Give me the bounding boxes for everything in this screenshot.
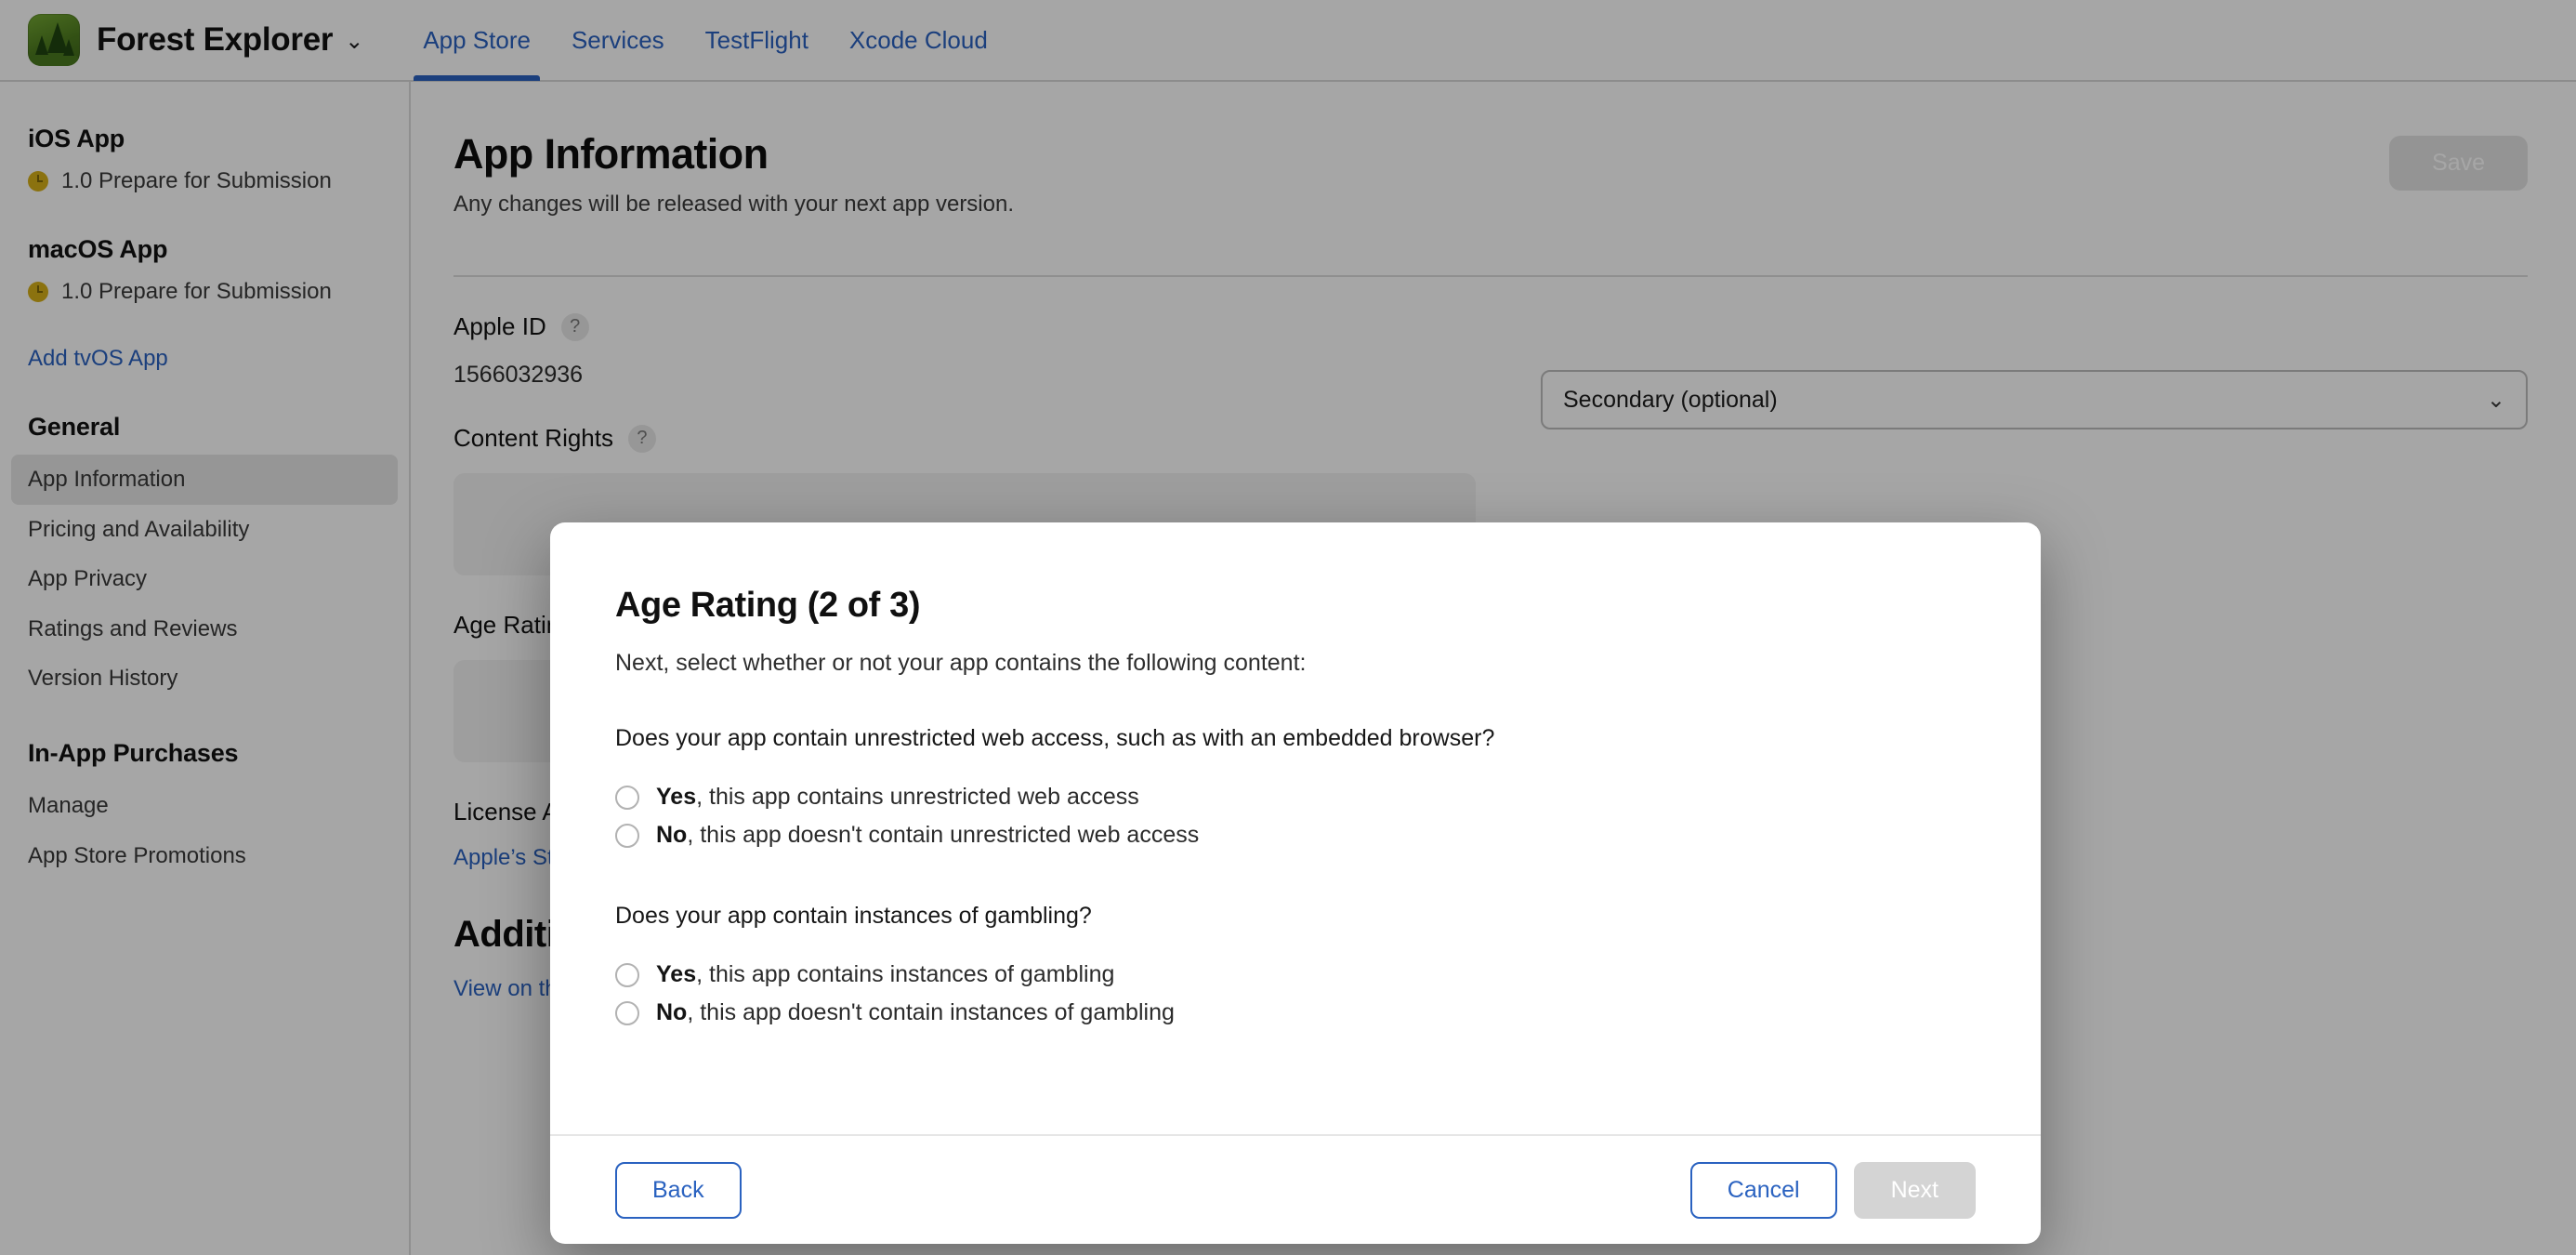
cancel-button[interactable]: Cancel: [1690, 1162, 1837, 1219]
option-strong: Yes: [656, 961, 696, 987]
option-rest: , this app doesn't contain instances of …: [687, 999, 1175, 1025]
options-group: Yes, this app contains instances of gamb…: [615, 956, 1976, 1032]
radio-option-gambling-yes[interactable]: Yes, this app contains instances of gamb…: [615, 956, 1976, 994]
option-rest: , this app contains instances of gamblin…: [696, 961, 1114, 987]
option-strong: No: [656, 999, 687, 1025]
option-rest: , this app contains unrestricted web acc…: [696, 784, 1139, 810]
age-rating-dialog: Age Rating (2 of 3) Next, select whether…: [550, 522, 2041, 1244]
option-label: No, this app doesn't contain instances o…: [656, 999, 1175, 1026]
back-button[interactable]: Back: [615, 1162, 742, 1219]
page-root: Forest Explorer ⌄ App Store Services Tes…: [0, 0, 2576, 1255]
question-web-access: Does your app contain unrestricted web a…: [615, 725, 1976, 854]
question-text: Does your app contain unrestricted web a…: [615, 725, 1976, 752]
option-strong: Yes: [656, 784, 696, 810]
dialog-footer: Back Cancel Next: [550, 1134, 2041, 1244]
radio-option-web-access-yes[interactable]: Yes, this app contains unrestricted web …: [615, 778, 1976, 816]
option-label: No, this app doesn't contain unrestricte…: [656, 822, 1199, 849]
radio-icon: [615, 786, 639, 810]
option-strong: No: [656, 822, 687, 848]
option-label: Yes, this app contains unrestricted web …: [656, 784, 1139, 811]
options-group: Yes, this app contains unrestricted web …: [615, 778, 1976, 854]
radio-icon: [615, 963, 639, 987]
option-rest: , this app doesn't contain unrestricted …: [687, 822, 1199, 848]
question-gambling: Does your app contain instances of gambl…: [615, 903, 1976, 1032]
dialog-footer-right-group: Cancel Next: [1690, 1162, 1976, 1219]
next-button[interactable]: Next: [1854, 1162, 1976, 1219]
radio-option-web-access-no[interactable]: No, this app doesn't contain unrestricte…: [615, 816, 1976, 854]
dialog-intro-text: Next, select whether or not your app con…: [615, 650, 1976, 677]
radio-option-gambling-no[interactable]: No, this app doesn't contain instances o…: [615, 994, 1976, 1032]
option-label: Yes, this app contains instances of gamb…: [656, 961, 1114, 988]
question-text: Does your app contain instances of gambl…: [615, 903, 1976, 930]
dialog-body: Age Rating (2 of 3) Next, select whether…: [550, 522, 2041, 1134]
radio-icon: [615, 824, 639, 848]
dialog-title: Age Rating (2 of 3): [615, 586, 1976, 626]
radio-icon: [615, 1001, 639, 1025]
